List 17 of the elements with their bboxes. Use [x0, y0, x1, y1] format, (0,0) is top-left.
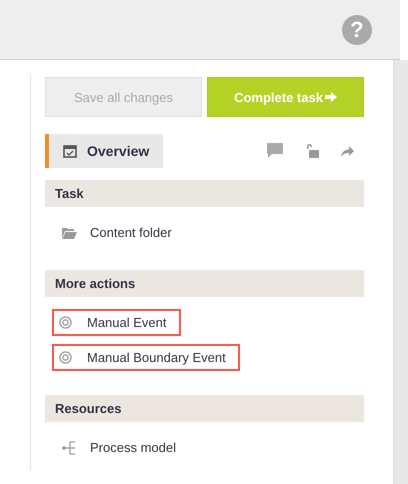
section-header: Resources	[45, 395, 364, 422]
overview-tab[interactable]: Overview	[45, 134, 164, 168]
folder-icon	[62, 226, 77, 238]
highlighted-action-link[interactable]: Manual Boundary Event	[52, 344, 240, 371]
arrow-icon	[324, 92, 337, 102]
section-header: More actions	[45, 270, 364, 297]
comment-icon[interactable]	[267, 143, 283, 159]
share-icon[interactable]	[341, 146, 354, 156]
calendar-icon	[63, 144, 77, 158]
action-link[interactable]: Content folder	[45, 219, 186, 246]
section-header: Task	[45, 180, 364, 207]
highlighted-action-link[interactable]: Manual Event	[52, 309, 180, 336]
unlock-icon[interactable]	[305, 144, 319, 158]
process-icon	[62, 440, 77, 454]
action-link[interactable]: Process model	[45, 434, 190, 461]
target-icon	[59, 316, 72, 329]
target-icon	[59, 351, 72, 364]
